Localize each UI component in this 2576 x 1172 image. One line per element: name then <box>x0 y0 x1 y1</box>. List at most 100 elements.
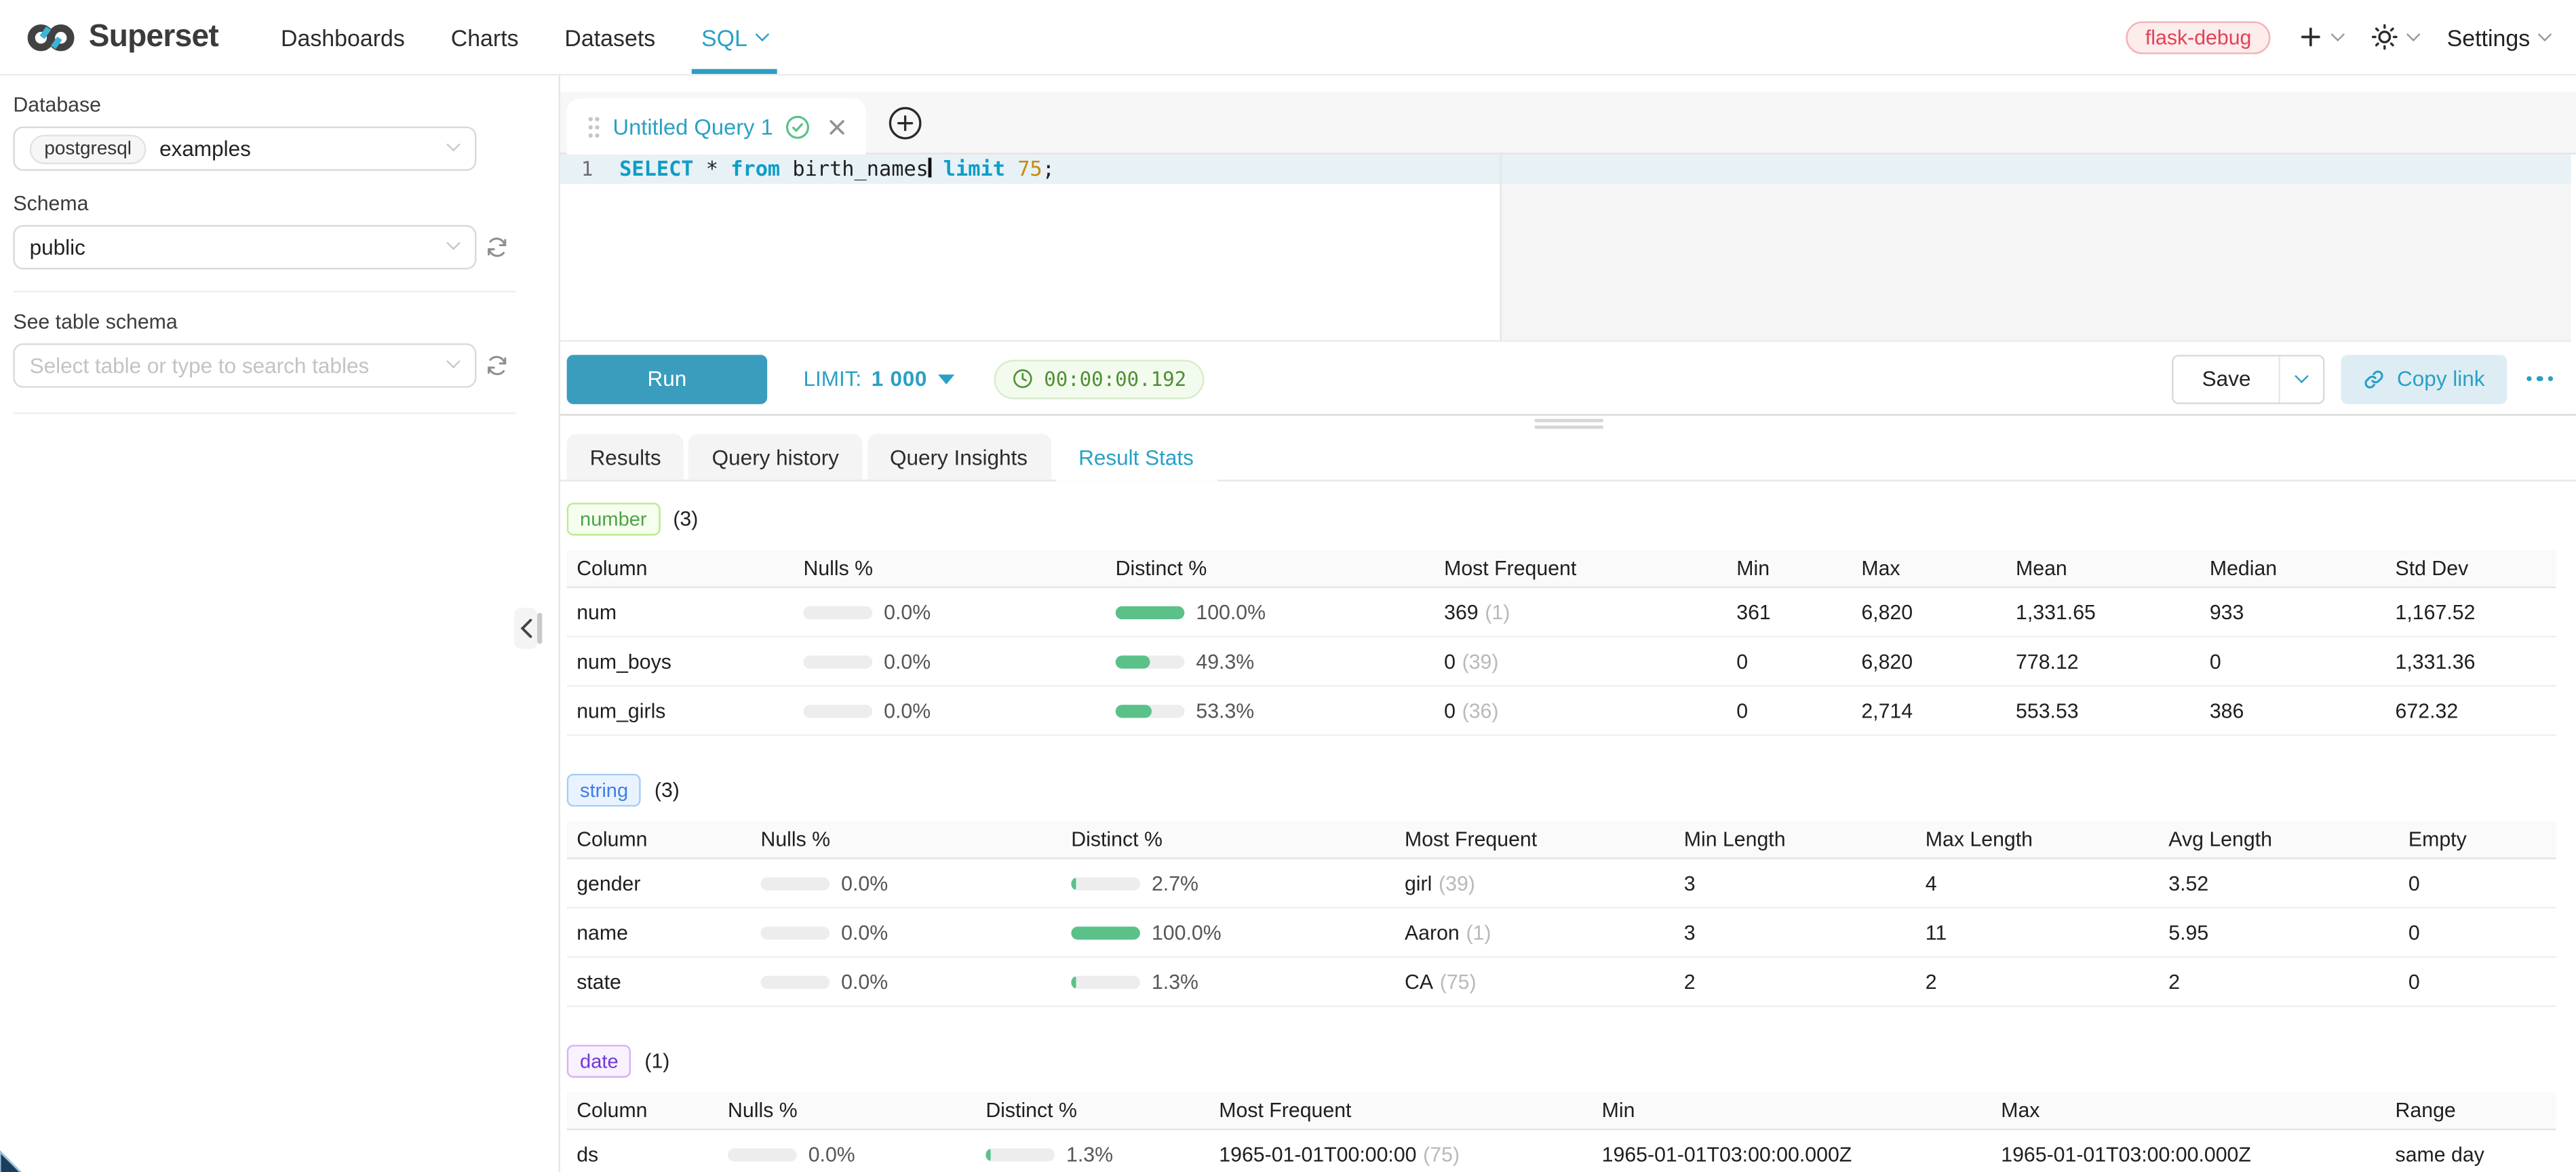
collapse-sidebar-button[interactable] <box>514 608 537 649</box>
nav-item-label: Datasets <box>564 24 655 50</box>
cell-value: 553.53 <box>2006 699 2200 722</box>
column-header: Range <box>2385 1099 2546 1122</box>
progress-bar <box>1071 876 1140 889</box>
sql-token: 75 <box>1017 156 1042 180</box>
run-query-button[interactable]: Run <box>567 354 768 404</box>
query-tab[interactable]: Untitled Query 1 <box>567 98 865 154</box>
stats-section-string: string(3)ColumnNulls %Distinct %Most Fre… <box>567 774 2576 1007</box>
stats-sections: number(3)ColumnNulls %Distinct %Most Fre… <box>567 482 2576 1172</box>
link-icon <box>2362 367 2385 390</box>
toolbar-right: Save Copy link <box>2172 354 2571 404</box>
cell-value: 933 <box>2200 600 2385 623</box>
column-header: Distinct % <box>1061 828 1395 851</box>
cell-value: 1965-01-01T03:00:00.000Z <box>1991 1143 2385 1166</box>
add-tab-button[interactable] <box>886 105 922 141</box>
column-header: Max <box>1991 1099 2385 1122</box>
cell-value: 361 <box>1727 600 1852 623</box>
percent-label: 0.0% <box>841 970 888 993</box>
cell-distinct-pct: 100.0% <box>1106 600 1434 623</box>
progress-bar <box>803 704 872 717</box>
progress-bar-fill <box>1116 655 1150 667</box>
more-options-button[interactable] <box>2522 369 2556 388</box>
sql-token: birth_names <box>780 156 929 180</box>
copy-link-button[interactable]: Copy link <box>2341 354 2506 404</box>
refresh-schemas-button[interactable] <box>485 235 509 259</box>
cell-nulls-pct: 0.0% <box>794 699 1106 722</box>
percent-label: 1.3% <box>1152 970 1198 993</box>
close-tab-button[interactable] <box>827 117 846 136</box>
cell-distinct-pct: 53.3% <box>1106 699 1434 722</box>
sidebar-divider <box>13 412 515 414</box>
editor-resize-handle[interactable] <box>1534 419 1603 429</box>
percent-label: 0.0% <box>808 1143 855 1166</box>
frequent-count: (36) <box>1462 699 1499 722</box>
column-header: Column <box>567 1099 718 1122</box>
cell-most-frequent: 1965-01-01T00:00:00(75) <box>1209 1143 1592 1166</box>
database-label: Database <box>13 95 558 116</box>
limit-label: LIMIT: <box>803 366 861 391</box>
table-header-row: ColumnNulls %Distinct %Most FrequentMinM… <box>567 1093 2556 1131</box>
cell-value: 6,820 <box>1852 650 2006 673</box>
cell-distinct-pct: 1.3% <box>1061 970 1395 993</box>
cell-value: 0 <box>2398 872 2546 895</box>
result-tab-results[interactable]: Results <box>567 433 684 480</box>
cell-value: 0 <box>2398 921 2546 944</box>
column-header: Column <box>567 828 751 851</box>
table-header-row: ColumnNulls %Distinct %Most FrequentMinM… <box>567 550 2556 588</box>
chevron-down-icon <box>2331 28 2345 42</box>
settings-menu[interactable]: Settings <box>2447 24 2550 50</box>
table-row: num_girls0.0%53.3%0(36)02,714553.5338667… <box>567 686 2556 736</box>
mouse-pointer-icon <box>0 1144 47 1172</box>
column-header: Nulls % <box>718 1099 975 1122</box>
nav-item-charts[interactable]: Charts <box>428 0 542 74</box>
cell-most-frequent: girl(39) <box>1394 872 1674 895</box>
query-timer: 00:00:00.192 <box>995 359 1205 398</box>
nav-item-datasets[interactable]: Datasets <box>541 0 678 74</box>
result-tab-query-history[interactable]: Query history <box>689 433 862 480</box>
save-options-button[interactable] <box>2279 355 2323 402</box>
sql-token <box>931 156 943 180</box>
settings-label: Settings <box>2447 24 2531 50</box>
column-header: Max Length <box>1915 828 2158 851</box>
cell-value: 0 <box>2398 970 2546 993</box>
limit-dropdown[interactable]: LIMIT: 1 000 <box>803 366 955 391</box>
schema-select[interactable]: public <box>13 225 476 269</box>
progress-bar-fill <box>1071 926 1140 939</box>
frequent-value: 0 <box>1444 699 1456 722</box>
database-select[interactable]: postgresql examples <box>13 127 476 171</box>
percent-label: 2.7% <box>1152 872 1198 895</box>
cell-most-frequent: CA(75) <box>1394 970 1674 993</box>
stats-table: ColumnNulls %Distinct %Most FrequentMinM… <box>567 550 2556 736</box>
environment-badge: flask-debug <box>2126 20 2271 53</box>
sql-editor[interactable]: 1 SELECT * from birth_names limit 75; <box>560 155 2571 342</box>
result-tab-query-insights[interactable]: Query Insights <box>867 433 1051 480</box>
print-margin-line <box>1500 155 1501 340</box>
percent-label: 0.0% <box>841 872 888 895</box>
brand[interactable]: Superset <box>26 19 218 55</box>
percent-label: 100.0% <box>1152 921 1222 944</box>
sidebar-resize-handle[interactable] <box>537 612 542 644</box>
plus-icon <box>2299 24 2324 49</box>
result-tab-result-stats[interactable]: Result Stats <box>1055 433 1217 480</box>
database-engine-tag: postgresql <box>30 134 147 163</box>
refresh-tables-button[interactable] <box>485 353 509 378</box>
column-header: Nulls % <box>794 557 1106 580</box>
theme-menu[interactable] <box>2371 23 2419 51</box>
superset-sql-lab: Superset DashboardsCharts Datasets SQL fla… <box>0 0 2576 1172</box>
column-header: Column <box>567 557 794 580</box>
panel-divider <box>560 414 2576 415</box>
new-item-menu[interactable] <box>2299 24 2343 49</box>
type-tag-date: date <box>567 1045 631 1078</box>
progress-bar <box>803 606 872 619</box>
cell-value: 778.12 <box>2006 650 2200 673</box>
column-header: Distinct % <box>1106 557 1434 580</box>
nav-item-dashboards[interactable]: Dashboards <box>258 0 428 74</box>
cell-value: 2 <box>2159 970 2399 993</box>
cell-value: 2 <box>1915 970 2158 993</box>
cell-most-frequent: Aaron(1) <box>1394 921 1674 944</box>
save-button[interactable]: Save <box>2174 355 2279 402</box>
table-row: state0.0%1.3%CA(75)2220 <box>567 958 2556 1007</box>
nav-item-sql[interactable]: SQL <box>678 0 790 74</box>
sql-token: ; <box>1042 156 1055 180</box>
table-select[interactable]: Select table or type to search tables <box>13 343 476 387</box>
